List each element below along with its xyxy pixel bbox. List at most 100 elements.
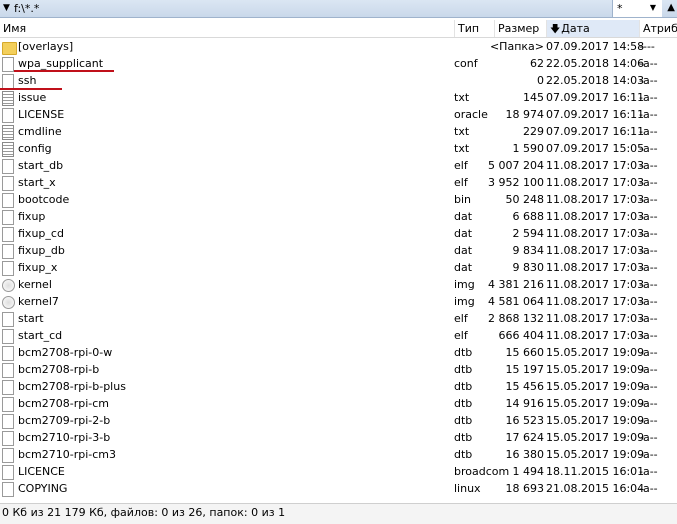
file-name: [overlays]: [18, 40, 74, 53]
file-name: fixup_x: [18, 261, 58, 274]
text-file-icon: [2, 141, 14, 157]
file-row[interactable]: fixup dat 6 688 11.08.2017 17:03 -a--: [0, 208, 677, 225]
file-type: txt: [454, 142, 470, 155]
file-icon: [2, 362, 14, 378]
file-row[interactable]: LICENSE oracle 18 974 07.09.2017 16:11 -a--: [0, 106, 677, 123]
column-attr-label: Атриб: [643, 22, 677, 35]
file-attributes: -a--: [639, 159, 658, 172]
column-header-type[interactable]: Тип: [454, 20, 494, 37]
file-row[interactable]: start_db elf 5 007 204 11.08.2017 17:03 -a--: [0, 157, 677, 174]
file-icon: [2, 192, 14, 208]
file-row[interactable]: ssh 0 22.05.2018 14:03 -a--: [0, 72, 677, 89]
column-size-label: Размер: [498, 22, 540, 35]
file-size: 666 404: [498, 329, 545, 342]
file-type: img: [454, 278, 475, 291]
chevron-down-icon[interactable]: ▼: [650, 3, 656, 12]
file-row[interactable]: bcm2710-rpi-3-b dtb 17 624 15.05.2017 19:09…: [0, 429, 677, 446]
file-name: bcm2710-rpi-3-b: [18, 431, 111, 444]
path-bar[interactable]: ▼ f:\*.* * ▼ ▲: [0, 0, 677, 18]
file-row[interactable]: bcm2708-rpi-b-plus dtb 15 456 15.05.2017 19…: [0, 378, 677, 395]
column-header-date[interactable]: 🡇Дата: [546, 20, 639, 37]
column-date-label: Дата: [561, 22, 590, 35]
file-size: 16 523: [505, 414, 545, 427]
file-type: dtb: [454, 448, 473, 461]
file-icon: [2, 481, 14, 497]
history-arrow-icon[interactable]: ▲: [667, 2, 675, 13]
file-row[interactable]: bcm2709-rpi-2-b dtb 16 523 15.05.2017 19:09…: [0, 412, 677, 429]
column-header-name[interactable]: Имя: [0, 20, 454, 37]
file-row[interactable]: COPYING linux 18 693 21.08.2015 16:04 -a--: [0, 480, 677, 497]
file-name: fixup_db: [18, 244, 65, 257]
file-name: kernel: [18, 278, 52, 291]
file-row[interactable]: kernel img 4 381 216 11.08.2017 17:03 -a--: [0, 276, 677, 293]
file-name: fixup: [18, 210, 46, 223]
file-icon: [2, 464, 14, 480]
current-path[interactable]: f:\*.*: [14, 2, 39, 15]
file-row[interactable]: fixup_x dat 9 830 11.08.2017 17:03 -a--: [0, 259, 677, 276]
file-row[interactable]: kernel7 img 4 581 064 11.08.2017 17:03 -a--: [0, 293, 677, 310]
file-name: bcm2708-rpi-b: [18, 363, 100, 376]
file-row[interactable]: bcm2710-rpi-cm3 dtb 16 380 15.05.2017 19:09…: [0, 446, 677, 463]
file-row[interactable]: bcm2708-rpi-cm dtb 14 916 15.05.2017 19:09-…: [0, 395, 677, 412]
file-size: 0: [537, 74, 544, 87]
file-type: bin: [454, 193, 472, 206]
file-date: 18.11.2015 16:01: [546, 465, 645, 478]
file-attributes: -a--: [639, 465, 658, 478]
file-size: 9 830: [512, 261, 545, 274]
file-size: 62: [530, 57, 544, 70]
file-attributes: -a--: [639, 91, 658, 104]
column-type-label: Тип: [458, 22, 480, 35]
file-attributes: -a--: [639, 74, 658, 87]
file-name: start: [18, 312, 44, 325]
file-date: 11.08.2017 17:03: [546, 244, 645, 257]
file-row[interactable]: start_cd elf 666 404 11.08.2017 17:03 -a--: [0, 327, 677, 344]
file-type: txt: [454, 125, 470, 138]
file-date: 15.05.2017 19:09: [546, 397, 645, 410]
file-row[interactable]: start_x elf 3 952 100 11.08.2017 17:03 -a--: [0, 174, 677, 191]
file-row[interactable]: cmdline txt 229 07.09.2017 16:11 -a--: [0, 123, 677, 140]
file-name: bcm2708-rpi-0-w: [18, 346, 113, 359]
file-size: 15 197: [505, 363, 545, 376]
file-size: 17 624: [505, 431, 545, 444]
file-attributes: -a--: [639, 448, 658, 461]
file-row[interactable]: fixup_db dat 9 834 11.08.2017 17:03 -a--: [0, 242, 677, 259]
column-header-size[interactable]: Размер: [494, 20, 546, 37]
file-type: dtb: [454, 431, 473, 444]
file-row[interactable]: [overlays] <Папка> 07.09.2017 14:58 ----: [0, 38, 677, 55]
file-date: 07.09.2017 16:11: [546, 125, 645, 138]
file-size: 4 581 064: [488, 295, 544, 308]
file-date: 11.08.2017 17:03: [546, 176, 645, 189]
file-date: 15.05.2017 19:09: [546, 448, 645, 461]
file-name: bcm2708-rpi-cm: [18, 397, 110, 410]
file-row[interactable]: LICENCE broadcom 1 494 18.11.2015 16:01 -a--: [0, 463, 677, 480]
filter-dropdown[interactable]: * ▼: [612, 0, 662, 17]
file-row[interactable]: bcm2708-rpi-0-w dtb 15 660 15.05.2017 19:09…: [0, 344, 677, 361]
file-attributes: -a--: [639, 397, 658, 410]
file-size: 16 380: [505, 448, 545, 461]
file-row[interactable]: start elf 2 868 132 11.08.2017 17:03 -a--: [0, 310, 677, 327]
file-date: 11.08.2017 17:03: [546, 312, 645, 325]
file-icon: [2, 73, 14, 89]
file-row[interactable]: fixup_cd dat 2 594 11.08.2017 17:03 -a--: [0, 225, 677, 242]
file-icon: [2, 345, 14, 361]
file-icon: [2, 158, 14, 174]
file-date: 11.08.2017 17:03: [546, 261, 645, 274]
file-row[interactable]: bootcode bin 50 248 11.08.2017 17:03 -a--: [0, 191, 677, 208]
file-name: LICENSE: [18, 108, 65, 121]
column-header-attr[interactable]: Атриб: [639, 20, 677, 37]
file-attributes: -a--: [639, 176, 658, 189]
folder-icon: [2, 39, 17, 55]
dropdown-arrow-icon[interactable]: ▼: [3, 3, 10, 13]
file-name: bcm2709-rpi-2-b: [18, 414, 111, 427]
file-date: 15.05.2017 19:09: [546, 414, 645, 427]
file-icon: [2, 396, 14, 412]
file-date: 11.08.2017 17:03: [546, 227, 645, 240]
file-row[interactable]: config txt 1 590 07.09.2017 15:05 -a--: [0, 140, 677, 157]
file-size: 229: [523, 125, 544, 138]
file-attributes: -a--: [639, 329, 658, 342]
file-size: 2 594: [512, 227, 545, 240]
file-row[interactable]: issue txt 145 07.09.2017 16:11 -a--: [0, 89, 677, 106]
file-row[interactable]: bcm2708-rpi-b dtb 15 197 15.05.2017 19:09 -a…: [0, 361, 677, 378]
file-icon: [2, 56, 14, 72]
file-attributes: -a--: [639, 57, 658, 70]
